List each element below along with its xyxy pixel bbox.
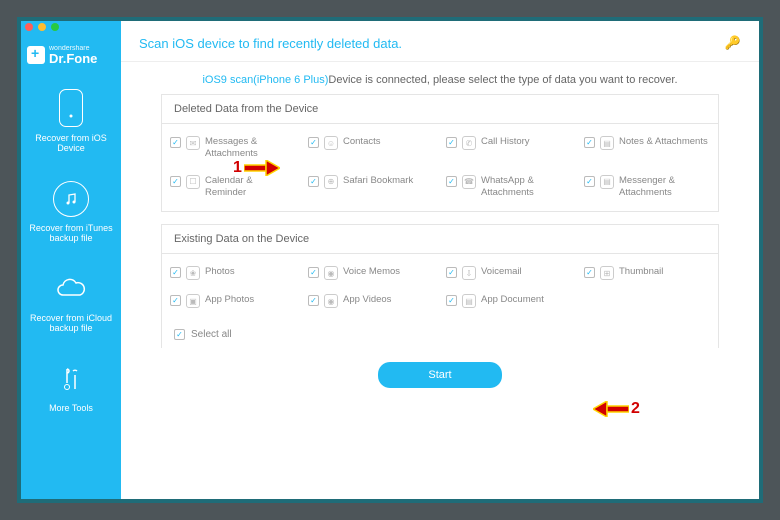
sidebar-item-label: Recover from iCloud backup file (25, 313, 117, 333)
sidebar-item-label: Recover from iOS Device (25, 133, 117, 153)
item-checkbox[interactable] (308, 137, 319, 148)
item-checkbox[interactable] (308, 295, 319, 306)
item-checkbox[interactable] (584, 267, 595, 278)
item-label: Calendar & Reminder (205, 175, 296, 200)
existing-data-section: Existing Data on the Device ❀ Photos ◉ Voic… (161, 224, 719, 348)
sidebar-item-more-tools[interactable]: More Tools (21, 347, 121, 427)
item-label: Thumbnail (619, 266, 663, 278)
data-type-item[interactable]: ▤ App Document (442, 290, 576, 312)
item-label: Safari Bookmark (343, 175, 413, 187)
annotation-number: 2 (631, 400, 640, 418)
annotation-2: 2 (593, 400, 640, 418)
item-checkbox[interactable] (170, 295, 181, 306)
item-label: App Videos (343, 294, 391, 306)
item-label: Voicemail (481, 266, 522, 278)
data-type-item[interactable]: ⇩ Voicemail (442, 262, 576, 284)
sidebar-item-label: More Tools (49, 403, 93, 413)
item-checkbox[interactable] (308, 267, 319, 278)
item-checkbox[interactable] (584, 137, 595, 148)
select-all-checkbox[interactable] (174, 329, 185, 340)
item-checkbox[interactable] (584, 176, 595, 187)
item-checkbox[interactable] (446, 137, 457, 148)
tools-icon (53, 361, 89, 397)
data-type-item[interactable]: ▣ App Photos (166, 290, 300, 312)
sidebar: wondershare Dr.Fone Recover from iOS Dev… (21, 21, 121, 499)
item-checkbox[interactable] (446, 176, 457, 187)
annotation-1: 1 (233, 159, 280, 177)
select-all-row[interactable]: Select all (162, 320, 718, 348)
page-title: Scan iOS device to find recently deleted… (139, 36, 402, 51)
deleted-data-section: Deleted Data from the Device ✉ Messages &… (161, 94, 719, 212)
sidebar-item-icloud[interactable]: Recover from iCloud backup file (21, 257, 121, 347)
logo: wondershare Dr.Fone (21, 35, 121, 75)
item-icon: ▣ (186, 294, 200, 308)
data-type-item[interactable]: ☎ WhatsApp & Attachments (442, 171, 576, 204)
data-type-item[interactable]: ⊕ Safari Bookmark (304, 171, 438, 204)
start-button[interactable]: Start (378, 362, 501, 388)
logo-bottom: Dr.Fone (49, 52, 97, 65)
sidebar-item-itunes[interactable]: Recover from iTunes backup file (21, 167, 121, 257)
item-checkbox[interactable] (170, 267, 181, 278)
subtitle-rest: Device is connected, please select the t… (328, 74, 677, 86)
data-type-item[interactable]: ☺ Contacts (304, 132, 438, 165)
device-info: iOS9 scan(iPhone 6 Plus) (202, 74, 328, 86)
close-icon[interactable] (25, 23, 33, 31)
item-icon: ⊕ (324, 175, 338, 189)
data-type-item[interactable]: ▤ Notes & Attachments (580, 132, 714, 165)
item-icon: ▤ (462, 294, 476, 308)
item-icon: ✆ (462, 136, 476, 150)
data-type-item[interactable]: ✆ Call History (442, 132, 576, 165)
item-checkbox[interactable] (170, 176, 181, 187)
item-icon: ☎ (462, 175, 476, 189)
data-type-item[interactable]: ⊞ Thumbnail (580, 262, 714, 284)
select-all-label: Select all (191, 329, 232, 340)
item-icon: ☐ (186, 175, 200, 189)
main-content: Scan iOS device to find recently deleted… (121, 21, 759, 499)
item-checkbox[interactable] (170, 137, 181, 148)
data-type-item[interactable]: ◉ Voice Memos (304, 262, 438, 284)
item-icon: ❀ (186, 266, 200, 280)
item-label: Messages & Attachments (205, 136, 296, 161)
item-icon: ☺ (324, 136, 338, 150)
data-type-item[interactable]: ❀ Photos (166, 262, 300, 284)
item-label: App Document (481, 294, 544, 306)
sidebar-item-ios-device[interactable]: Recover from iOS Device (21, 75, 121, 167)
logo-icon (27, 46, 45, 64)
sidebar-item-label: Recover from iTunes backup file (25, 223, 117, 243)
item-checkbox[interactable] (308, 176, 319, 187)
item-label: Call History (481, 136, 530, 148)
data-type-item[interactable]: ◉ App Videos (304, 290, 438, 312)
annotation-number: 1 (233, 159, 242, 177)
item-icon: ✉ (186, 136, 200, 150)
item-checkbox[interactable] (446, 295, 457, 306)
maximize-icon[interactable] (51, 23, 59, 31)
item-icon: ⊞ (600, 266, 614, 280)
section-title: Deleted Data from the Device (162, 95, 718, 124)
phone-icon (59, 89, 83, 127)
item-label: Voice Memos (343, 266, 400, 278)
item-label: Notes & Attachments (619, 136, 708, 148)
item-checkbox[interactable] (446, 267, 457, 278)
logo-top: wondershare (49, 45, 97, 52)
item-label: Photos (205, 266, 235, 278)
arrow-left-icon (593, 401, 629, 417)
minimize-icon[interactable] (38, 23, 46, 31)
item-label: App Photos (205, 294, 254, 306)
key-icon[interactable]: 🔑 (725, 35, 741, 51)
item-icon: ⇩ (462, 266, 476, 280)
subtitle: iOS9 scan(iPhone 6 Plus)Device is connec… (121, 62, 759, 94)
item-icon: ◉ (324, 266, 338, 280)
music-icon (53, 181, 89, 217)
item-icon: ◉ (324, 294, 338, 308)
item-label: Messenger & Attachments (619, 175, 710, 200)
section-title: Existing Data on the Device (162, 225, 718, 254)
item-label: WhatsApp & Attachments (481, 175, 572, 200)
item-icon: ▤ (600, 175, 614, 189)
item-label: Contacts (343, 136, 381, 148)
data-type-item[interactable]: ▤ Messenger & Attachments (580, 171, 714, 204)
window-controls[interactable] (25, 23, 59, 31)
arrow-right-icon (244, 160, 280, 176)
cloud-icon (53, 271, 89, 307)
item-icon: ▤ (600, 136, 614, 150)
